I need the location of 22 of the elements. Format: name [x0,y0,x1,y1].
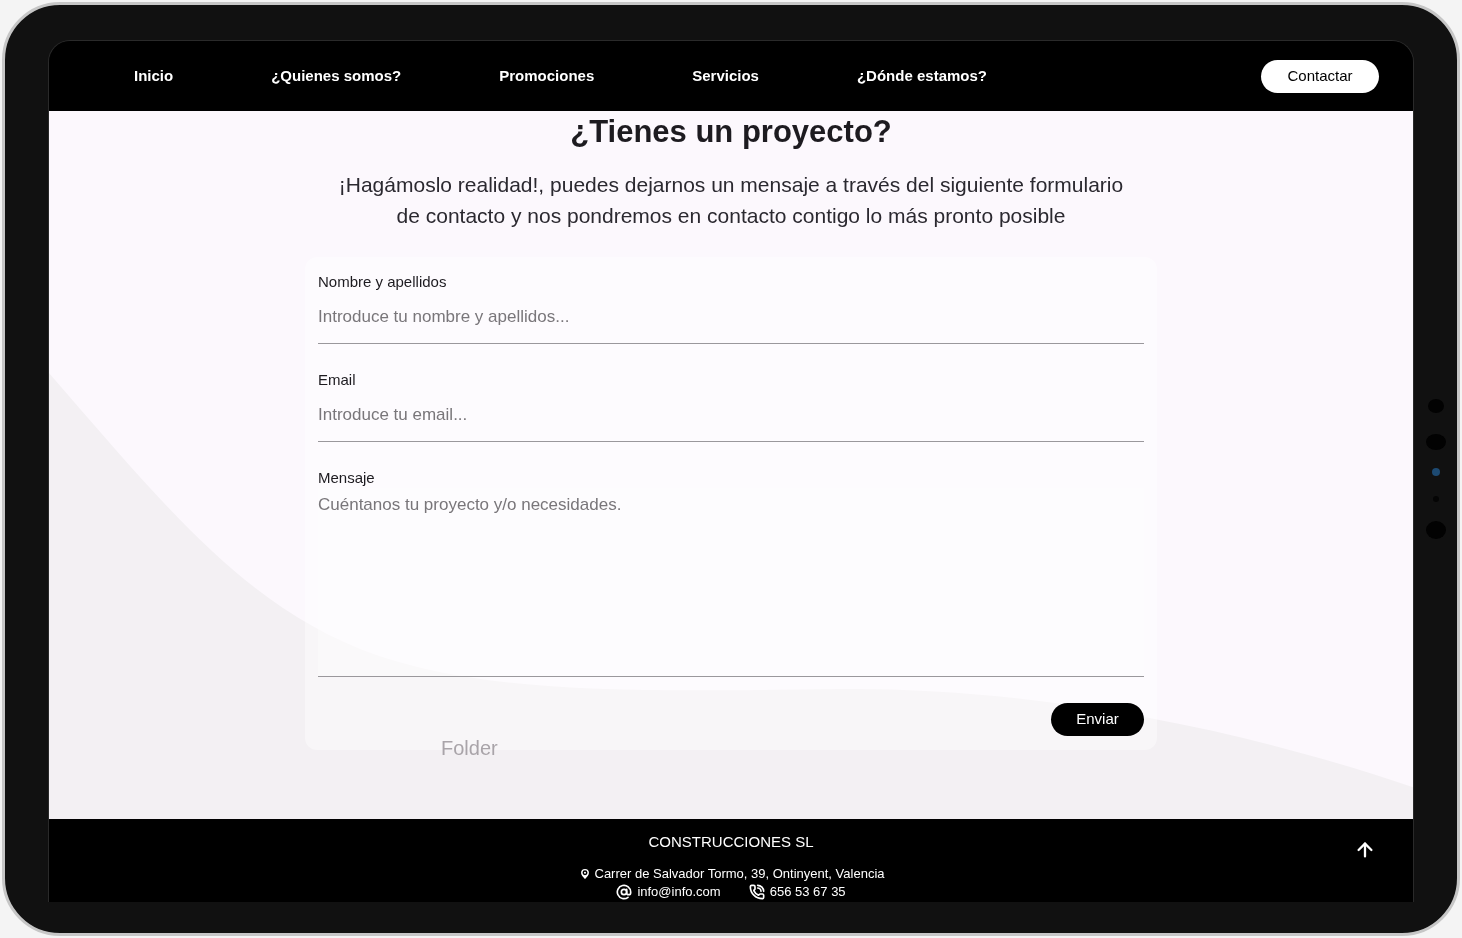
phone-icon [748,884,765,900]
nav-link[interactable]: ¿Dónde estamos? [856,64,987,88]
nav-link[interactable]: Inicio [134,64,174,88]
overlay-label: Folder [441,737,498,759]
page-heading: ¿Tienes un proyecto? [570,113,892,151]
intro-paragraph: ¡Hagámoslo realidad!, puedes dejarnos un mensaje a través del siguiente formulario de contacto y nos pondremos en contacto contigo lo más pronto posible [337,172,1125,229]
at-sign-icon [616,884,633,900]
footer-email: info@info.com [637,884,721,900]
send-button[interactable]: Enviar [1051,703,1144,736]
nav-link[interactable]: ¿Quienes somos? [271,64,402,88]
contact-button[interactable]: Contactar [1261,59,1379,93]
nav-link[interactable]: Promociones [499,64,595,88]
sensor-dots-icon [1425,398,1447,540]
field-label: Mensaje [318,468,376,488]
field-label: Email [318,370,357,390]
footer-address: Carrer de Salvador Tormo, 39, Ontinyent, Valencia [594,866,885,882]
company-name: CONSTRUCCIONES SL [648,833,814,851]
field-label: Nombre y apellidos [318,272,448,292]
text-input[interactable]: Introduce tu email... [318,390,1144,442]
text-input[interactable]: Introduce tu nombre y apellidos... [318,292,1144,344]
footer-phone: 656 53 67 35 [769,884,846,900]
nav-link[interactable]: Servicios [692,64,759,88]
